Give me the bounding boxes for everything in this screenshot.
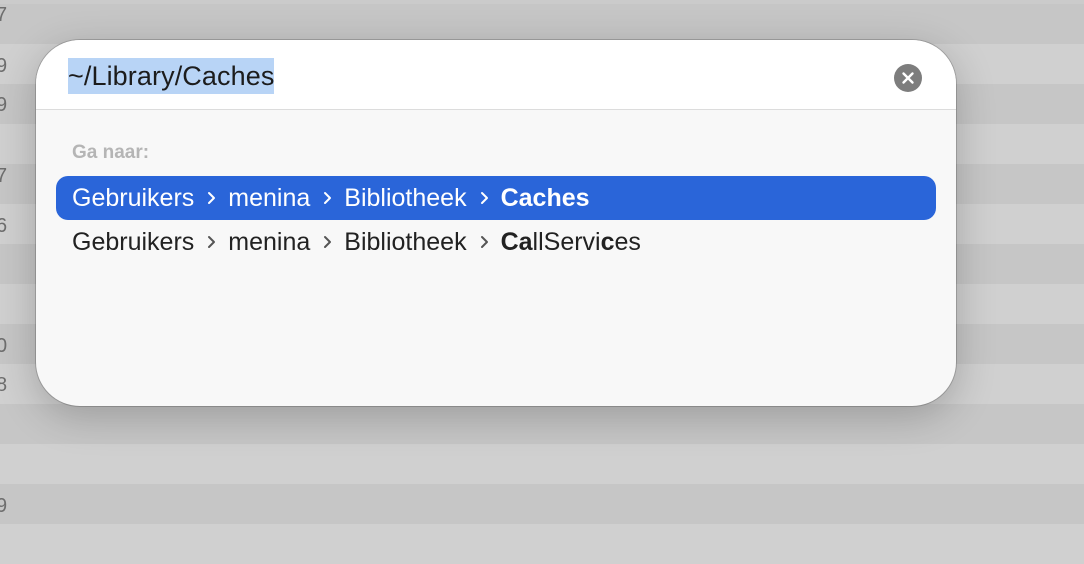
path-segment: Gebruikers <box>72 227 195 256</box>
chevron-right-icon <box>207 232 219 252</box>
chevron-right-icon <box>323 188 335 208</box>
match-highlight: Ca <box>500 227 533 256</box>
path-segment: Bibliotheek <box>344 183 467 212</box>
list-row <box>0 4 1084 44</box>
path-final-segment: Caches <box>500 183 590 212</box>
path-segment: Bibliotheek <box>344 227 467 256</box>
path-segment: menina <box>228 183 311 212</box>
name-part: llServi <box>532 227 601 256</box>
chevron-right-icon <box>207 188 219 208</box>
list-row <box>0 484 1084 524</box>
path-final-segment: CallServices <box>501 228 641 257</box>
xmark-icon <box>901 71 915 85</box>
path-segment: menina <box>228 227 311 256</box>
suggestion-item[interactable]: Gebruikers menina Bibliotheek CallServic… <box>56 220 936 264</box>
name-part: es <box>614 227 641 256</box>
row-number: 0 <box>0 335 8 357</box>
row-number: 8 <box>0 374 8 396</box>
row-number: 7 <box>0 4 8 26</box>
go-to-folder-dialog: ~/Library/Caches Ga naar: Gebruikers men… <box>36 40 956 406</box>
chevron-right-icon <box>480 232 492 252</box>
list-row <box>0 444 1084 484</box>
list-row <box>0 404 1084 444</box>
clear-button[interactable] <box>894 64 922 92</box>
list-row <box>0 524 1084 564</box>
path-segment: Gebruikers <box>72 183 195 212</box>
match-highlight: c <box>600 227 615 256</box>
row-number: 9 <box>0 55 8 77</box>
row-number: 9 <box>0 495 8 517</box>
chevron-right-icon <box>480 188 492 208</box>
row-number: 7 <box>0 165 8 187</box>
path-input[interactable]: ~/Library/Caches <box>68 58 275 94</box>
path-field-container: ~/Library/Caches <box>36 40 956 110</box>
section-label: Ga naar: <box>72 142 150 163</box>
row-number: 9 <box>0 94 8 116</box>
row-number: 6 <box>0 215 8 237</box>
suggestion-item[interactable]: Gebruikers menina Bibliotheek Caches <box>56 176 936 220</box>
chevron-right-icon <box>323 232 335 252</box>
